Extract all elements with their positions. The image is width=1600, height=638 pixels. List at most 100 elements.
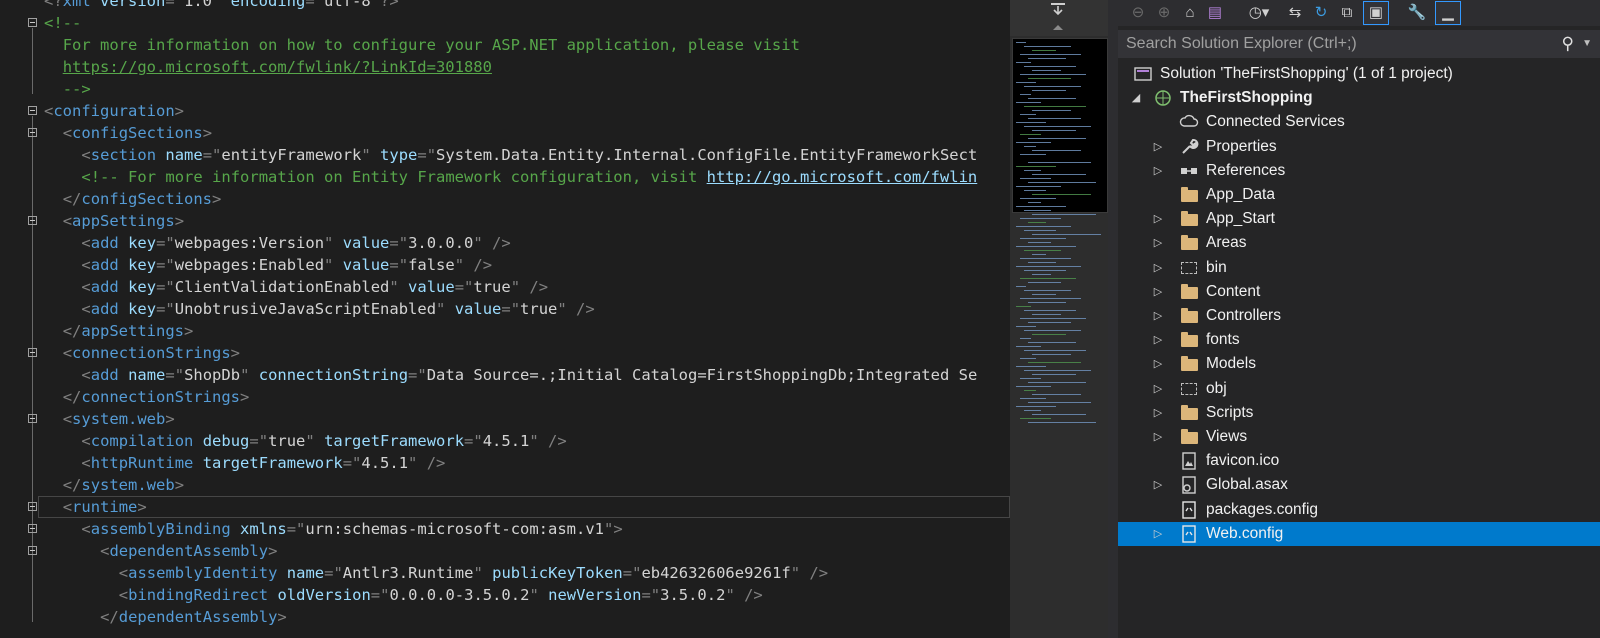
collapsed-arrow-icon[interactable]: ▷ <box>1152 425 1164 449</box>
tree-item[interactable]: ◢ TheFirstShopping <box>1118 86 1600 110</box>
tree-item[interactable]: ▷ Content <box>1118 280 1600 304</box>
show-all-files-icon[interactable]: ▣ <box>1363 1 1389 25</box>
collapsed-arrow-icon[interactable]: ▷ <box>1152 304 1164 328</box>
collapse-region-icon[interactable] <box>28 348 37 357</box>
refresh-icon[interactable]: ↻ <box>1310 2 1332 24</box>
collapsed-arrow-icon[interactable]: ▷ <box>1152 231 1164 255</box>
collapsed-arrow-icon[interactable]: ▷ <box>1152 522 1164 546</box>
code-line[interactable]: <system.web> <box>0 408 1010 430</box>
forward-icon[interactable]: ⊕ <box>1154 2 1174 24</box>
collapsed-arrow-icon[interactable]: ▷ <box>1152 256 1164 280</box>
code-token: " <box>305 432 325 450</box>
code-line[interactable]: For more information on how to configure… <box>0 34 1010 56</box>
code-line[interactable]: <!-- <box>0 12 1010 34</box>
search-icon[interactable]: ⚲ <box>1562 30 1574 58</box>
tree-item[interactable]: ▷ References <box>1118 159 1600 183</box>
code-token: " /> <box>510 278 549 296</box>
tree-item[interactable]: ▷ Models <box>1118 352 1600 376</box>
preview-icon[interactable]: ▁ <box>1435 1 1461 25</box>
tree-item[interactable]: ▷ Controllers <box>1118 304 1600 328</box>
code-line[interactable]: <add key="webpages:Version" value="3.0.0… <box>0 232 1010 254</box>
sync-icon[interactable]: ⇆ <box>1284 2 1306 24</box>
collapsed-arrow-icon[interactable]: ▷ <box>1152 352 1164 376</box>
code-line[interactable]: <?xml version="1.0" encoding="utf-8"?> <box>0 0 1010 12</box>
code-line[interactable]: <configSections> <box>0 122 1010 144</box>
tree-item[interactable]: ▷ Areas <box>1118 231 1600 255</box>
tree-item[interactable]: Connected Services <box>1118 110 1600 134</box>
properties-icon[interactable]: 🔧 <box>1406 2 1428 24</box>
code-line[interactable]: </system.web> <box>0 474 1010 496</box>
collapse-region-icon[interactable] <box>28 106 37 115</box>
minimap-code-mark <box>1024 330 1081 331</box>
collapse-region-icon[interactable] <box>28 128 37 137</box>
code-line[interactable]: <appSettings> <box>0 210 1010 232</box>
code-line[interactable]: <section name="entityFramework" type="Sy… <box>0 144 1010 166</box>
vs-switch-views-icon[interactable]: ▤ <box>1202 2 1228 24</box>
collapse-region-icon[interactable] <box>28 216 37 225</box>
collapse-region-icon[interactable] <box>28 18 37 27</box>
code-line[interactable]: <!-- For more information on Entity Fram… <box>0 166 1010 188</box>
code-line[interactable]: <assemblyIdentity name="Antlr3.Runtime" … <box>0 562 1010 584</box>
expanded-arrow-icon[interactable]: ◢ <box>1130 86 1142 110</box>
tree-item[interactable]: ▷ Web.config <box>1118 521 1600 546</box>
code-text: <assemblyBinding xmlns="urn:schemas-micr… <box>81 518 622 540</box>
code-hyperlink[interactable]: http://go.microsoft.com/fwlin <box>707 168 978 186</box>
minimap-scrollbar[interactable] <box>1010 0 1108 638</box>
code-line[interactable]: <runtime> <box>0 496 1010 518</box>
search-box[interactable]: Search Solution Explorer (Ctrl+;) ⚲ ▼ <box>1118 30 1600 58</box>
collapse-region-icon[interactable] <box>28 524 37 533</box>
code-line[interactable]: <httpRuntime targetFramework="4.5.1" /> <box>0 452 1010 474</box>
home-icon[interactable]: ⌂ <box>1178 2 1202 24</box>
back-icon[interactable]: ⊖ <box>1128 2 1148 24</box>
tree-item[interactable]: ▷ obj <box>1118 377 1600 401</box>
split-handle-icon[interactable] <box>1010 0 1108 36</box>
collapse-region-icon[interactable] <box>28 502 37 511</box>
tree-item[interactable]: favicon.ico <box>1118 449 1600 473</box>
tree-item[interactable]: ▷ fonts <box>1118 328 1600 352</box>
code-editor[interactable]: <?xml version="1.0" encoding="utf-8"?> <!… <box>0 0 1010 638</box>
code-line[interactable]: https://go.microsoft.com/fwlink/?LinkId=… <box>0 56 1010 78</box>
collapsed-arrow-icon[interactable]: ▷ <box>1152 377 1164 401</box>
tree-item[interactable]: ▷ bin <box>1118 256 1600 280</box>
code-line[interactable]: </dependentAssembly> <box>0 606 1010 628</box>
code-line[interactable]: <dependentAssembly> <box>0 540 1010 562</box>
code-hyperlink[interactable]: https://go.microsoft.com/fwlink/?LinkId=… <box>63 58 492 76</box>
tree-item[interactable]: ▷ Scripts <box>1118 401 1600 425</box>
chevron-down-icon[interactable]: ▼ <box>1582 30 1592 58</box>
pane-splitter[interactable] <box>1108 0 1118 638</box>
collapsed-arrow-icon[interactable]: ▷ <box>1152 401 1164 425</box>
collapse-all-icon[interactable]: ⧉ <box>1336 2 1358 24</box>
code-line[interactable]: <assemblyBinding xmlns="urn:schemas-micr… <box>0 518 1010 540</box>
tree-item-label: bin <box>1206 258 1227 276</box>
code-line[interactable]: <add key="UnobtrusiveJavaScriptEnabled" … <box>0 298 1010 320</box>
code-line[interactable]: </connectionStrings> <box>0 386 1010 408</box>
pending-changes-icon[interactable]: ◷▾ <box>1242 2 1276 24</box>
code-line[interactable]: <compilation debug="true" targetFramewor… <box>0 430 1010 452</box>
code-line[interactable]: <connectionStrings> <box>0 342 1010 364</box>
tree-item[interactable]: ▷ App_Start <box>1118 207 1600 231</box>
minimap-code-mark <box>1024 370 1091 371</box>
collapsed-arrow-icon[interactable]: ▷ <box>1152 473 1164 497</box>
collapse-region-icon[interactable] <box>28 414 37 423</box>
collapsed-arrow-icon[interactable]: ▷ <box>1152 207 1164 231</box>
tree-item[interactable]: App_Data <box>1118 183 1600 207</box>
tree-item[interactable]: ▷ Properties <box>1118 135 1600 159</box>
collapsed-arrow-icon[interactable]: ▷ <box>1152 328 1164 352</box>
collapse-region-icon[interactable] <box>28 546 37 555</box>
tree-item[interactable]: packages.config <box>1118 498 1600 522</box>
code-line[interactable]: <add key="webpages:Enabled" value="false… <box>0 254 1010 276</box>
code-line[interactable]: <add name="ShopDb" connectionString="Dat… <box>0 364 1010 386</box>
code-line[interactable]: --> <box>0 78 1010 100</box>
code-line[interactable]: <add key="ClientValidationEnabled" value… <box>0 276 1010 298</box>
code-line[interactable]: <configuration> <box>0 100 1010 122</box>
minimap-code-mark <box>1016 306 1031 307</box>
tree-item[interactable]: ▷ Global.asax <box>1118 473 1600 497</box>
code-line[interactable]: </appSettings> <box>0 320 1010 342</box>
collapsed-arrow-icon[interactable]: ▷ <box>1152 159 1164 183</box>
collapsed-arrow-icon[interactable]: ▷ <box>1152 280 1164 304</box>
code-line[interactable]: </configSections> <box>0 188 1010 210</box>
tree-item[interactable]: ▷ Views <box>1118 425 1600 449</box>
tree-item[interactable]: Solution 'TheFirstShopping' (1 of 1 proj… <box>1118 62 1600 86</box>
code-line[interactable]: <bindingRedirect oldVersion="0.0.0.0-3.5… <box>0 584 1010 606</box>
collapsed-arrow-icon[interactable]: ▷ <box>1152 135 1164 159</box>
